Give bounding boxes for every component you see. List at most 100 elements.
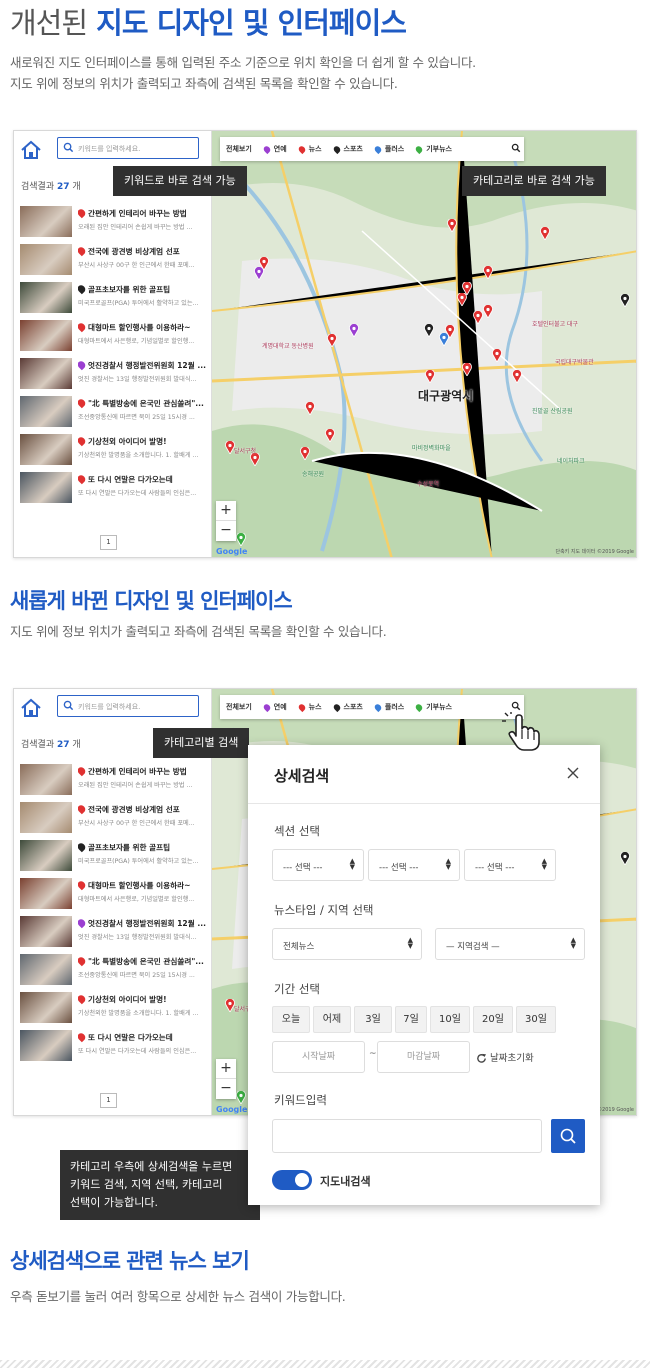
start-date-input[interactable]: 시작날짜 <box>272 1041 365 1073</box>
period-chip[interactable]: 10일 <box>430 1006 470 1033</box>
map-marker-icon[interactable] <box>447 219 457 232</box>
keyword-search-input[interactable]: 키워드를 입력하세요. <box>57 695 199 717</box>
list-item[interactable]: 대형마트 할인행사를 이용하라~ 대형마트에서 사은행로, 기념일별로 할인행..… <box>14 317 212 355</box>
list-item[interactable]: 기상천외 아이디어 발명! 기상천외한 발명품을 소개합니다. 1. 할배게 ..… <box>14 431 212 469</box>
list-item[interactable]: 골프초보자를 위한 골프팁 미국프로골프(PGA) 투어에서 활약하고 있는... <box>14 837 212 875</box>
search-icon <box>63 142 74 153</box>
zoom-in-button[interactable]: + <box>216 501 236 521</box>
list-item[interactable]: 기상천외 아이디어 발명! 기상천외한 발명품을 소개합니다. 1. 할배게 ..… <box>14 989 212 1027</box>
list-item-summary: 부산시 사상구 00구 한 인근에서 한때 포메... <box>78 820 195 827</box>
keyword-search-input[interactable]: 키워드를 입력하세요. <box>57 137 199 159</box>
section2-title: 새롭게 바뀐 디자인 및 인터페이스 <box>10 589 293 613</box>
section-select-3[interactable]: --- 선택 --- ▲ ▼ <box>464 849 556 881</box>
map-marker-icon[interactable] <box>483 305 493 318</box>
news-thumbnail <box>20 764 72 795</box>
news-thumbnail <box>20 206 72 237</box>
category-tab[interactable]: 스포츠 <box>331 144 363 154</box>
map-marker-icon[interactable] <box>236 533 246 546</box>
map-search-toggle[interactable] <box>272 1170 312 1190</box>
list-item[interactable]: 전국에 광견병 비상계엄 선포 부산시 사상구 00구 한 인근에서 한때 포메.… <box>14 799 212 837</box>
map-poi-label: 국립대구박물관 <box>555 359 594 366</box>
map-marker-icon[interactable] <box>300 447 310 460</box>
list-item-summary: 미국프로골프(PGA) 투어에서 활약하고 있는... <box>78 858 199 865</box>
section-select-1[interactable]: --- 선택 --- ▲ ▼ <box>272 849 364 881</box>
home-icon[interactable] <box>19 697 43 719</box>
page-button[interactable]: 1 <box>100 1093 117 1108</box>
map-marker-icon[interactable] <box>325 429 335 442</box>
category-tab[interactable]: 플러스 <box>373 702 404 712</box>
detail-search-icon[interactable] <box>511 143 521 153</box>
newstype-select[interactable]: 전체뉴스 ▲ ▼ <box>272 928 422 960</box>
zoom-in-button[interactable]: + <box>216 1059 236 1079</box>
zoom-out-button[interactable]: − <box>216 521 236 540</box>
map-marker-icon[interactable] <box>492 349 502 362</box>
map-marker-icon[interactable] <box>425 370 435 383</box>
map-marker-icon[interactable] <box>620 294 630 307</box>
map-pin-icon <box>78 766 87 777</box>
news-thumbnail <box>20 472 72 503</box>
list-item[interactable]: 엇진경찰서 행정발전위원회 12월 ... 엇진 경찰서는 13일 행정발전위원회… <box>14 355 212 393</box>
keyword-input[interactable] <box>272 1119 542 1153</box>
map-marker-icon[interactable] <box>540 227 550 240</box>
map-marker-icon[interactable] <box>512 370 522 383</box>
close-icon[interactable] <box>566 765 580 784</box>
list-item[interactable]: 간편하게 인테리어 바꾸는 방법 오래된 집안 인테리어 손쉽게 바꾸는 방법 .… <box>14 203 212 241</box>
period-chip[interactable]: 7일 <box>395 1006 427 1033</box>
end-date-input[interactable]: 마감날짜 <box>377 1041 470 1073</box>
map-marker-icon[interactable] <box>483 266 493 279</box>
map-marker-icon[interactable] <box>457 293 467 306</box>
map-marker-icon[interactable] <box>462 363 472 376</box>
list-item[interactable]: 골프초보자를 위한 골프팁 미국프로골프(PGA) 투어에서 활약하고 있는... <box>14 279 212 317</box>
category-tab[interactable]: 뉴스 <box>297 702 322 712</box>
category-tab[interactable]: 연예 <box>262 144 287 154</box>
detail-search-modal: 상세검색 섹션 선택 --- 선택 --- ▲ ▼ --- 선택 --- ▲ ▼ ---… <box>248 745 600 1205</box>
map-marker-icon[interactable] <box>327 334 337 347</box>
category-tab[interactable]: 스포츠 <box>331 702 363 712</box>
zoom-out-button[interactable]: − <box>216 1079 236 1098</box>
date-reset-button[interactable]: 날짜초기화 <box>476 1050 534 1064</box>
list-item[interactable]: 전국에 광견병 비상계엄 선포 부산시 사상구 00구 한 인근에서 한때 포메.… <box>14 241 212 279</box>
detail-search-icon[interactable] <box>511 701 521 711</box>
period-chip[interactable]: 오늘 <box>272 1006 310 1033</box>
map-marker-icon[interactable] <box>473 311 483 324</box>
category-tab[interactable]: 연예 <box>262 702 287 712</box>
section-select-2[interactable]: --- 선택 --- ▲ ▼ <box>368 849 460 881</box>
map-marker-icon[interactable] <box>254 267 264 280</box>
map-marker-icon[interactable] <box>305 402 315 415</box>
list-item[interactable]: 간편하게 인테리어 바꾸는 방법 오래된 집안 인테리어 손쉽게 바꾸는 방법 .… <box>14 761 212 799</box>
map-pin-icon <box>78 322 87 333</box>
google-logo: Google <box>216 547 248 556</box>
list-item[interactable]: 엇진경찰서 행정발전위원회 12월 ... 엇진 경찰서는 13일 행정발전위원회… <box>14 913 212 951</box>
map-pin-icon <box>78 918 87 929</box>
region-select[interactable]: — 지역검색 — ▲ ▼ <box>435 928 585 960</box>
list-item[interactable]: "北 특별방송에 온국민 관심쏠려"... 조선중앙통신에 따르면 북이 25일 … <box>14 393 212 431</box>
news-thumbnail <box>20 916 72 947</box>
page-button[interactable]: 1 <box>100 535 117 550</box>
list-item[interactable]: "北 특별방송에 온국민 관심쏠려"... 조선중앙통신에 따르면 북이 25일 … <box>14 951 212 989</box>
date-range-separator: ~ <box>369 1049 377 1059</box>
category-tab[interactable]: 뉴스 <box>297 144 322 154</box>
category-tab[interactable]: 플러스 <box>373 144 404 154</box>
period-chip[interactable]: 20일 <box>473 1006 513 1033</box>
map-marker-icon[interactable] <box>439 333 449 346</box>
keyword-search-button[interactable] <box>551 1119 585 1153</box>
period-chip[interactable]: 3일 <box>354 1006 392 1033</box>
map-marker-icon[interactable] <box>424 324 434 337</box>
map-marker-icon[interactable] <box>620 852 630 865</box>
category-tab[interactable]: 전체보기 <box>226 702 252 712</box>
category-bar: 전체보기 연예 뉴스 스포츠 플러스 기부뉴스 <box>220 137 524 161</box>
category-tab[interactable]: 기부뉴스 <box>414 702 452 712</box>
map-poi-label: 계명대학교 동산병원 <box>262 343 314 350</box>
list-item-summary: 대형마트에서 사은행로, 기념일별로 할인행... <box>78 896 195 903</box>
map-marker-icon[interactable] <box>349 324 359 337</box>
home-icon[interactable] <box>19 139 43 161</box>
map-marker-icon[interactable] <box>236 1091 246 1104</box>
list-item-summary: 조선중앙통신에 따르면 북이 25일 15시경 ... <box>78 414 195 421</box>
category-tab[interactable]: 전체보기 <box>226 144 252 154</box>
period-chip[interactable]: 30일 <box>516 1006 556 1033</box>
list-item[interactable]: 대형마트 할인행사를 이용하라~ 대형마트에서 사은행로, 기념일별로 할인행..… <box>14 875 212 913</box>
category-tab[interactable]: 기부뉴스 <box>414 144 452 154</box>
list-item[interactable]: 또 다시 연말은 다가오는데 또 다시 연말은 다가오는데 사람들의 인심은... <box>14 469 212 507</box>
period-chip[interactable]: 어제 <box>313 1006 351 1033</box>
list-item[interactable]: 또 다시 연말은 다가오는데 또 다시 연말은 다가오는데 사람들의 인심은... <box>14 1027 212 1065</box>
